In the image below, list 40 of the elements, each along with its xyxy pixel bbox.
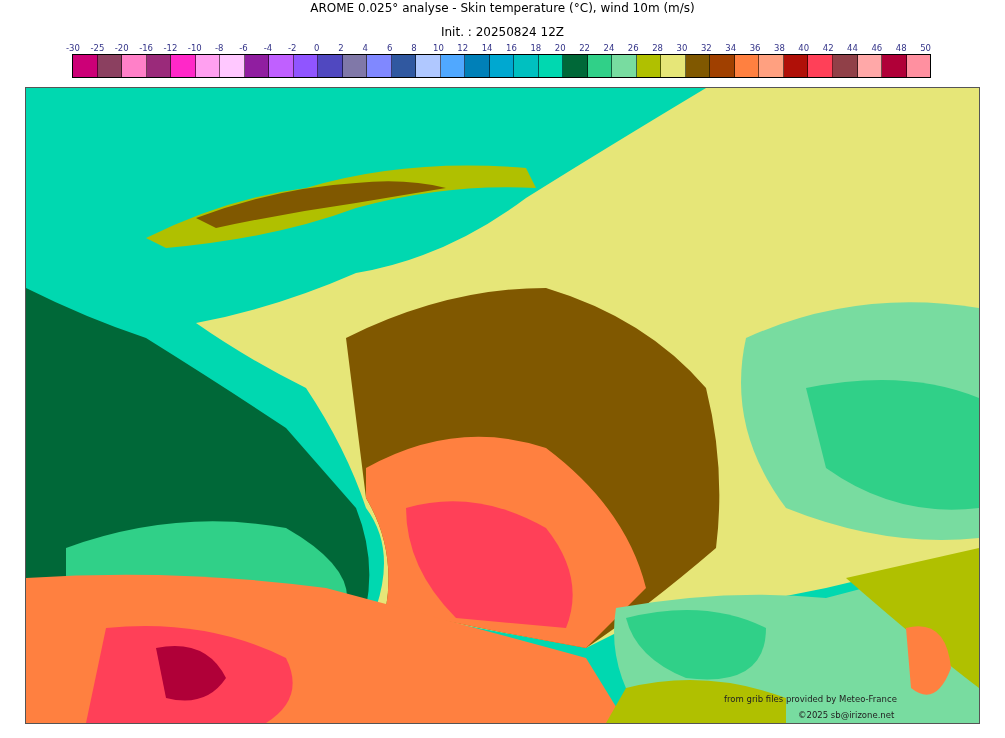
tick-label: 6 — [385, 42, 394, 54]
chart-title: AROME 0.025° analyse - Skin temperature (°C), wind 10m (m/s) — [309, 0, 696, 16]
tick-label: 8 — [410, 42, 418, 54]
tick-label: 46 — [870, 42, 884, 54]
tick-label: 2 — [337, 42, 345, 54]
tick-label: 50 — [919, 42, 932, 54]
tick-label: -6 — [238, 42, 249, 54]
tick-label: -10 — [186, 42, 203, 54]
tick-label: -16 — [138, 42, 154, 54]
tick-label: 24 — [602, 42, 616, 54]
tick-label: 38 — [773, 42, 786, 54]
tick-label: 22 — [578, 42, 591, 54]
tick-label: 36 — [748, 42, 762, 54]
tick-label: 40 — [797, 42, 811, 54]
tick-label: -30 — [65, 42, 81, 54]
tick-label: 42 — [821, 42, 835, 54]
tick-label: 20 — [553, 42, 567, 54]
tick-label: 32 — [699, 42, 713, 54]
tick-label: 14 — [480, 42, 494, 54]
tick-label: 48 — [894, 42, 908, 54]
tick-label: -2 — [287, 42, 298, 54]
tick-label: -8 — [213, 42, 225, 54]
tick-label: 0 — [312, 42, 321, 54]
tick-label: 28 — [651, 42, 665, 54]
tick-label: -4 — [262, 42, 274, 54]
tick-label: -20 — [113, 42, 130, 54]
credit-text: ©2025 sb@irizone.net — [798, 710, 895, 720]
tick-label: 10 — [431, 42, 445, 54]
chart-subtitle: Init. : 20250824 12Z — [439, 24, 566, 40]
tick-label: 34 — [724, 42, 738, 54]
tick-label: 26 — [626, 42, 640, 54]
tick-label: 12 — [456, 42, 470, 54]
tick-label: 30 — [675, 42, 689, 54]
tick-label: -25 — [89, 42, 106, 54]
tick-label: -12 — [162, 42, 179, 54]
credit-text: from grib files provided by Meteo-France — [724, 694, 897, 704]
tick-label: 18 — [529, 42, 543, 54]
tick-label: 44 — [846, 42, 859, 54]
tick-label: 16 — [505, 42, 518, 54]
tick-label: 4 — [361, 42, 369, 54]
